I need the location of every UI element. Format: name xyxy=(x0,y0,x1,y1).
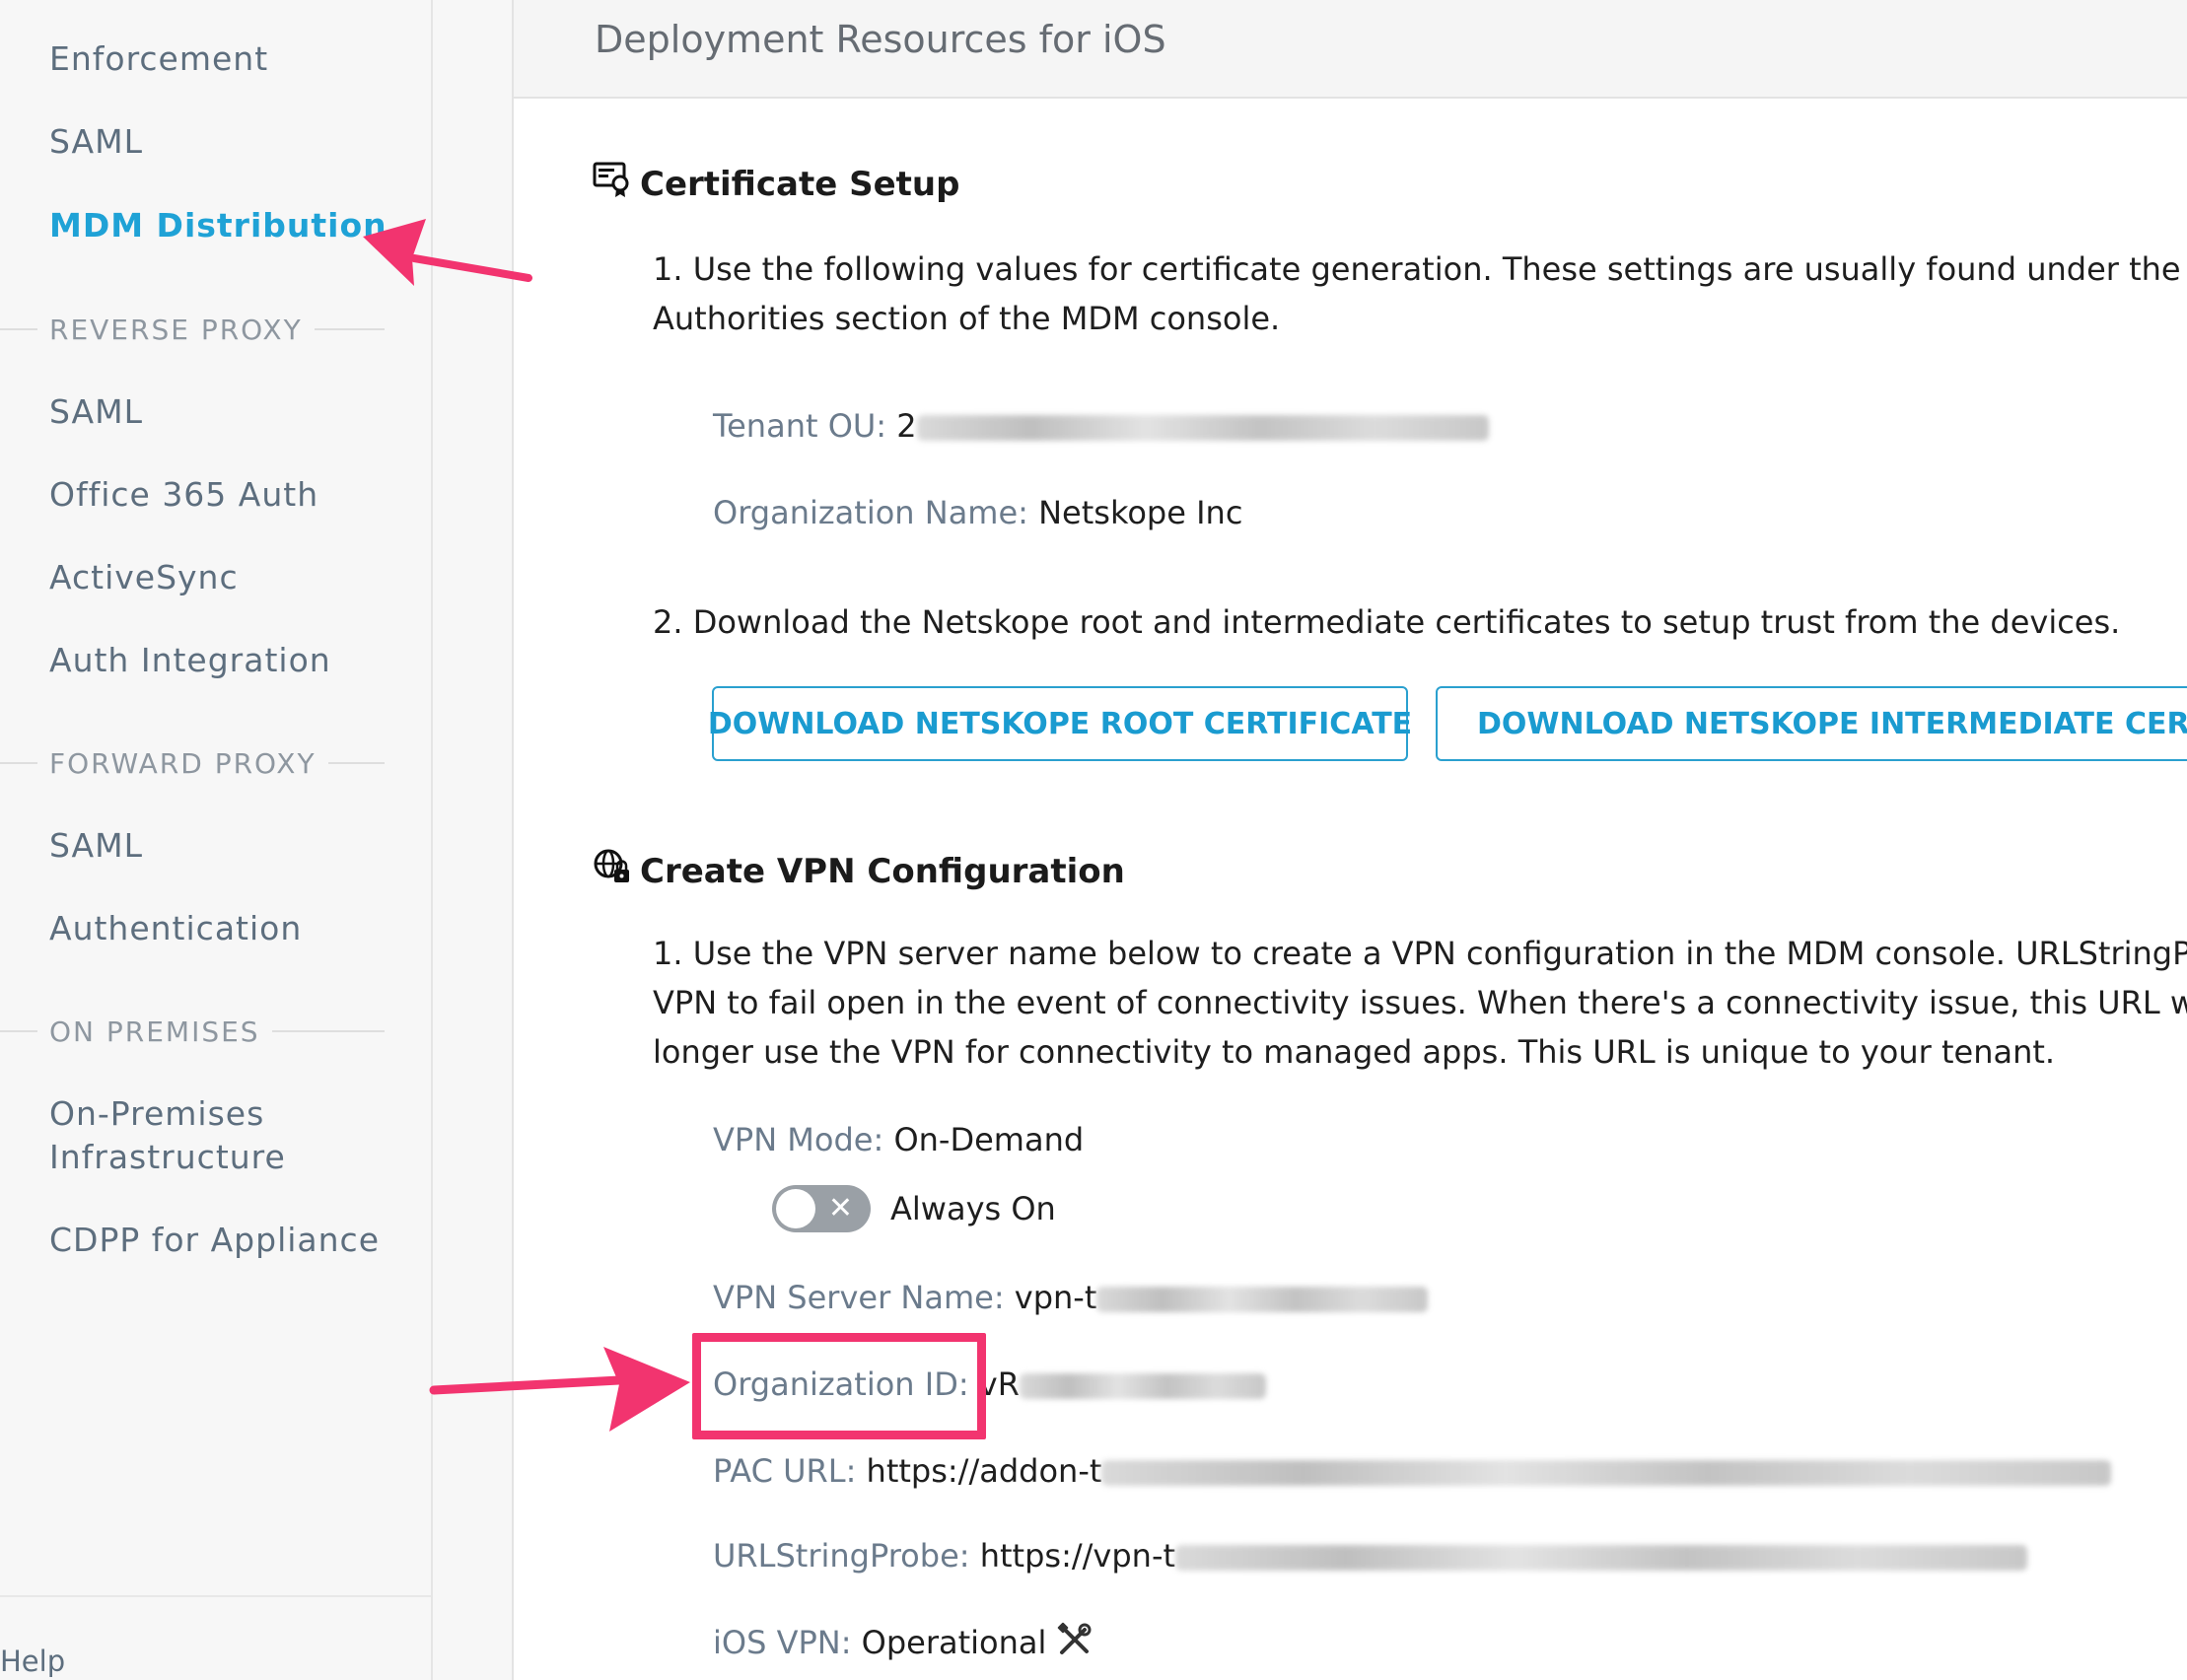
redacted-value xyxy=(916,415,1489,441)
vpn-step1-line3: longer use the VPN for connectivity to m… xyxy=(653,1033,2056,1071)
sidebar-item-on-premises-infrastructure[interactable]: On-Premises Infrastructure xyxy=(49,1092,286,1179)
always-on-label: Always On xyxy=(890,1187,1056,1230)
sidebar-item-label-line2: Infrastructure xyxy=(49,1138,286,1176)
certificate-step2-text: 2. Download the Netskope root and interm… xyxy=(653,603,2121,641)
pac-url-row: PAC URL: https://addon-t xyxy=(713,1449,2112,1493)
toggle-x-icon: ✕ xyxy=(827,1191,853,1225)
sidebar-item-activesync[interactable]: ActiveSync xyxy=(49,556,239,599)
sidebar-footer-divider xyxy=(0,1595,431,1597)
vpn-globe-lock-icon xyxy=(593,846,640,896)
vpn-server-name-label: VPN Server Name: xyxy=(713,1279,1005,1316)
vpn-server-name-value: vpn-t xyxy=(1014,1279,1097,1316)
certificate-setup-title: Certificate Setup xyxy=(640,164,960,204)
url-string-probe-label: URLStringProbe: xyxy=(713,1537,970,1575)
content-gutter xyxy=(433,0,514,1680)
download-intermediate-certificate-button[interactable]: DOWNLOAD NETSKOPE INTERMEDIATE CERTIFICA xyxy=(1436,686,2187,761)
organization-name-value: Netskope Inc xyxy=(1038,494,1243,531)
tenant-ou-value: 2 xyxy=(896,407,917,445)
ios-vpn-label: iOS VPN: xyxy=(713,1624,852,1661)
redacted-value xyxy=(1019,1373,1266,1399)
pac-url-label: PAC URL: xyxy=(713,1452,857,1490)
sidebar-item-forward-proxy-saml[interactable]: SAML xyxy=(49,824,143,868)
organization-id-highlight-box xyxy=(692,1333,986,1439)
section-header-reverse-proxy: REVERSE PROXY xyxy=(0,310,385,349)
vpn-step1-text: 1. Use the VPN server name below to crea… xyxy=(653,929,2187,1077)
url-string-probe-row: URLStringProbe: https://vpn-t xyxy=(713,1534,2028,1577)
sidebar-item-authentication[interactable]: Authentication xyxy=(49,907,302,950)
sidebar-item-cdpp-for-appliance[interactable]: CDPP for Appliance xyxy=(49,1219,380,1262)
section-header-forward-proxy: FORWARD PROXY xyxy=(0,743,385,783)
sidebar-item-auth-integration[interactable]: Auth Integration xyxy=(49,639,331,682)
ios-vpn-value: Operational xyxy=(861,1624,1047,1661)
tenant-ou-row: Tenant OU: 2 xyxy=(713,404,1489,448)
download-root-certificate-button[interactable]: DOWNLOAD NETSKOPE ROOT CERTIFICATE xyxy=(708,686,1412,761)
help-link[interactable]: Help xyxy=(0,1645,65,1678)
always-on-toggle[interactable]: ✕ xyxy=(772,1185,871,1232)
ios-vpn-row: iOS VPN: Operational xyxy=(713,1621,1093,1668)
toggle-knob xyxy=(776,1189,815,1228)
sidebar-item-saml[interactable]: SAML xyxy=(49,120,143,164)
redacted-value xyxy=(1101,1460,2112,1486)
main-content: Certificate Setup 1. Use the following v… xyxy=(514,99,2187,1680)
redacted-value xyxy=(1175,1545,2028,1571)
vpn-mode-label: VPN Mode: xyxy=(713,1121,884,1158)
sidebar-item-mdm-distribution[interactable]: MDM Distribution xyxy=(49,204,388,247)
always-on-label-text: Always On xyxy=(890,1190,1056,1227)
pac-url-value: https://addon-t xyxy=(866,1452,1102,1490)
tools-icon xyxy=(1057,1622,1093,1668)
certificate-icon xyxy=(593,160,640,208)
vpn-mode-value: On-Demand xyxy=(893,1121,1085,1158)
url-string-probe-value: https://vpn-t xyxy=(979,1537,1176,1575)
sidebar-item-office-365-auth[interactable]: Office 365 Auth xyxy=(49,473,318,517)
certificate-setup-heading: Certificate Setup xyxy=(593,160,959,208)
tenant-ou-label: Tenant OU: xyxy=(713,407,887,445)
redacted-value xyxy=(1096,1287,1429,1312)
sidebar: Enforcement SAML MDM Distribution REVERS… xyxy=(0,0,433,1680)
vpn-configuration-heading: Create VPN Configuration xyxy=(593,846,1125,896)
section-header-label: FORWARD PROXY xyxy=(49,746,317,780)
sidebar-item-enforcement[interactable]: Enforcement xyxy=(49,37,268,81)
section-header-label: ON PREMISES xyxy=(49,1015,260,1048)
vpn-step1-line2: VPN to fail open in the event of connect… xyxy=(653,984,2187,1021)
vpn-configuration-title: Create VPN Configuration xyxy=(640,851,1125,891)
certificate-step1-text: 1. Use the following values for certific… xyxy=(653,245,2187,343)
certificate-step1-line1: 1. Use the following values for certific… xyxy=(653,250,2187,288)
certificate-step1-line2: Authorities section of the MDM console. xyxy=(653,300,1281,337)
organization-name-label: Organization Name: xyxy=(713,494,1028,531)
page-header: Deployment Resources for iOS xyxy=(514,0,2187,99)
vpn-mode-row: VPN Mode: On-Demand xyxy=(713,1118,1084,1161)
vpn-server-name-row: VPN Server Name: vpn-t xyxy=(713,1276,1429,1319)
section-header-label: REVERSE PROXY xyxy=(49,313,303,346)
sidebar-item-reverse-proxy-saml[interactable]: SAML xyxy=(49,390,143,434)
organization-name-row: Organization Name: Netskope Inc xyxy=(713,491,1242,534)
section-header-on-premises: ON PREMISES xyxy=(0,1012,385,1051)
sidebar-item-label-line1: On-Premises xyxy=(49,1094,265,1133)
vpn-step1-line1: 1. Use the VPN server name below to crea… xyxy=(653,935,2187,972)
page-title: Deployment Resources for iOS xyxy=(595,18,1166,61)
